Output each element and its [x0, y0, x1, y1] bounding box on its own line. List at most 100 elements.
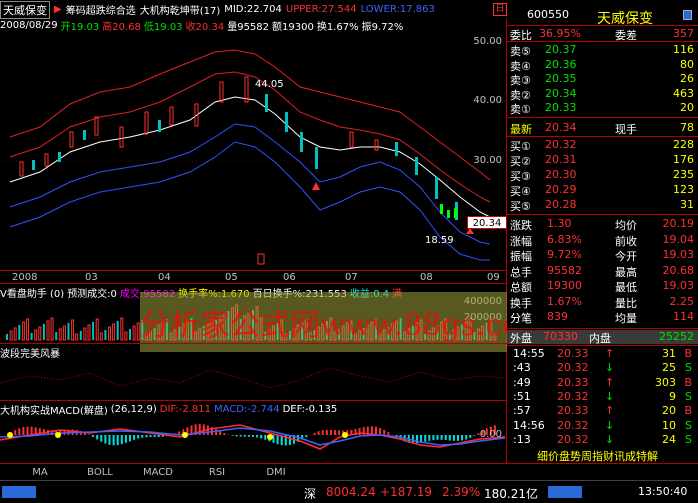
tick-row: :57 20.33 ↑ 20 B — [507, 404, 698, 418]
macd-bar — [276, 435, 279, 445]
sell-level-price: 20.34 — [545, 86, 577, 100]
period-flag-button[interactable]: 日 — [493, 3, 507, 16]
buy-level-price: 20.31 — [545, 153, 577, 166]
macd-bar — [112, 435, 115, 446]
macd-bar — [247, 435, 250, 437]
tick-side: S — [685, 432, 692, 446]
buy-level-row: 买④ 20.29 123 — [507, 183, 698, 198]
macd-bar — [145, 435, 148, 438]
stats-label: 振幅 — [510, 250, 532, 263]
sell-level-volume: 116 — [673, 43, 694, 56]
right-footer-menu[interactable]: 细价盘势周指财讯成特解 — [507, 448, 698, 464]
stock-name-label[interactable]: 天威保变 — [0, 0, 50, 19]
macd-bar — [444, 435, 447, 441]
divider — [507, 25, 698, 26]
volume-bar — [50, 317, 54, 341]
tab-boll[interactable]: BOLL — [80, 465, 120, 480]
sell-level-row: 卖⑤ 20.37 116 — [507, 43, 698, 58]
volume-bar — [6, 334, 8, 340]
tick-row: 14:55 20.33 ↑ 31 B — [507, 347, 698, 361]
macd-chart[interactable] — [0, 415, 507, 461]
tick-time: :49 — [513, 375, 531, 389]
tab-rsi[interactable]: RSI — [197, 465, 237, 480]
status-indicator-right[interactable] — [548, 486, 582, 498]
play-icon[interactable]: ▶ — [54, 4, 62, 15]
outer-label: 外盘 — [510, 332, 532, 345]
volume-bar — [116, 321, 119, 340]
stats-label: 涨跌 — [510, 219, 532, 232]
volume-bar — [58, 328, 62, 341]
wave-line — [0, 367, 506, 389]
chart-area[interactable]: 天威保变 ▶ 筹码超跌综合选 大机构乾坤带(17) MID:22.704 UPP… — [0, 0, 519, 463]
buy-level-volume: 123 — [673, 183, 694, 196]
tick-time: 14:56 — [513, 418, 545, 432]
tick-side: S — [685, 418, 692, 432]
buy-level-label: 买① — [510, 140, 531, 153]
tick-volume: 25 — [662, 361, 676, 375]
time-label-03: 03 — [85, 272, 98, 283]
macd-bar — [219, 431, 222, 435]
time-label-07: 07 — [345, 272, 358, 283]
indicator1-label[interactable]: 筹码超跌综合选 — [66, 2, 136, 17]
stats-value-2: 2.25 — [669, 294, 695, 308]
stats-row: 总额 19300 最低 19.03 — [507, 279, 698, 294]
buy-level-row: 买⑤ 20.28 31 — [507, 198, 698, 213]
stats-value: 1.30 — [547, 217, 572, 230]
tab-macd[interactable]: MACD — [138, 465, 178, 480]
right-footer-text[interactable]: 细价盘势周指财讯成特解 — [537, 448, 658, 464]
tick-row: :51 20.32 ↓ 9 S — [507, 390, 698, 404]
wave-chart[interactable] — [0, 358, 507, 400]
macd-bar — [108, 435, 111, 445]
divider — [507, 41, 698, 42]
volume-bar — [129, 329, 131, 340]
stats-value: 6.83% — [547, 232, 582, 246]
sell-level-row: 卖① 20.33 20 — [507, 101, 698, 116]
stats-value: 839 — [547, 310, 568, 323]
macd-bar — [235, 435, 238, 437]
tab-dmi[interactable]: DMI — [256, 465, 296, 480]
volume-bar — [83, 327, 87, 341]
weicha-value: 357 — [673, 27, 694, 40]
macd-pane-title[interactable]: 大机构实战MACD(解盘) — [0, 403, 108, 416]
macd-bar — [26, 426, 29, 435]
macd-bar — [334, 430, 336, 435]
macd-bar — [325, 429, 328, 435]
sell-level-price: 20.35 — [545, 72, 577, 85]
macd-bar — [104, 435, 107, 444]
stats-value-2: 19.03 — [662, 279, 695, 292]
quote-volume: 量95582 — [227, 22, 270, 32]
buy-level-row: 买③ 20.30 235 — [507, 168, 698, 183]
macd-bar — [457, 435, 459, 441]
macd-params: (26,12,9) — [110, 403, 157, 415]
down-arrow-icon: ↓ — [605, 418, 615, 432]
volume-bar — [21, 321, 25, 341]
panel-toggle-button[interactable] — [683, 10, 692, 20]
tab-ma[interactable]: MA — [20, 465, 60, 480]
divider — [507, 214, 698, 215]
status-indicator-left[interactable] — [2, 486, 36, 498]
volume-bar — [112, 323, 116, 341]
tick-price: 20.33 — [557, 347, 589, 360]
stats-value: 1.67% — [547, 294, 582, 308]
macd-bar — [243, 435, 246, 437]
stats-label-2: 最高 — [615, 265, 637, 279]
last-price-row: 最新 20.34 现手 78 — [507, 121, 698, 136]
macd-bar — [215, 429, 218, 435]
tick-volume: 20 — [662, 404, 676, 418]
volume-pane-title[interactable]: V看盘助手 (0) — [0, 286, 64, 299]
tick-side: B — [684, 404, 692, 418]
down-arrow-icon: ↓ — [605, 432, 615, 446]
tick-side: S — [685, 389, 692, 403]
macd-bar — [448, 435, 451, 441]
price-chart[interactable]: 44.05 18.59 — [0, 32, 507, 270]
indicator2-label[interactable]: 大机构乾坤带(17) — [140, 2, 221, 17]
volume-bar — [75, 333, 79, 341]
buy-level-label: 买③ — [510, 170, 531, 183]
macd-bar — [264, 435, 267, 440]
weibi-value: 36.95% — [539, 27, 581, 40]
trough-annotation: 18.59 — [425, 235, 454, 246]
outer-inner-row: 外盘 70330 内盘 25252 — [507, 330, 698, 345]
volume-bar — [55, 332, 58, 340]
wave-pane-title[interactable]: 波段完美风暴 — [0, 346, 60, 359]
macd-axis-zero: 0.00 — [479, 429, 502, 440]
